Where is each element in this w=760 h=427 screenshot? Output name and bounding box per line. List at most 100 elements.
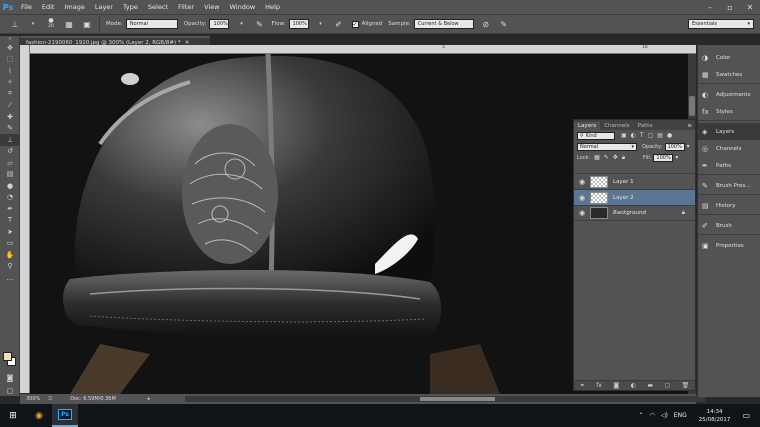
maximize-icon[interactable]: ▫ <box>720 0 740 14</box>
menu-file[interactable]: File <box>16 3 37 11</box>
smart-object-filter-icon[interactable]: ▤ <box>657 132 663 139</box>
add-mask-icon[interactable]: ◙ <box>613 382 619 389</box>
horizontal-scroll-thumb[interactable] <box>420 397 495 401</box>
fill-field[interactable]: 100% <box>653 153 674 162</box>
photoshop-taskbar-icon[interactable]: Ps <box>52 404 78 427</box>
dock-item-adjustments[interactable]: ◐ Adjustments <box>698 86 760 103</box>
link-layers-icon[interactable]: ⚭ <box>580 382 585 389</box>
move-tool-icon[interactable]: ✥ <box>0 42 20 54</box>
menu-layer[interactable]: Layer <box>90 3 118 11</box>
layer-opacity-field[interactable]: 100% <box>664 142 685 151</box>
more-tools-icon[interactable]: … <box>0 272 20 284</box>
network-icon[interactable]: ◠ <box>650 412 655 419</box>
blur-tool-icon[interactable]: ● <box>0 180 20 192</box>
hand-tool-icon[interactable]: ✋ <box>0 249 20 261</box>
notifications-icon[interactable]: ▭ <box>742 411 750 420</box>
clock[interactable]: 14:34 25/08/2017 <box>699 408 731 424</box>
visibility-eye-icon[interactable]: ◉ <box>574 209 590 217</box>
chevron-down-icon[interactable]: ▾ <box>675 154 678 161</box>
dodge-tool-icon[interactable]: ◔ <box>0 192 20 204</box>
chevron-down-icon[interactable]: ▾ <box>315 18 327 30</box>
shape-tool-icon[interactable]: ▭ <box>0 238 20 250</box>
workspace-select[interactable]: Essentials ▾ <box>688 19 754 29</box>
chevron-up-icon[interactable]: ⌃ <box>639 412 644 419</box>
volume-icon[interactable]: ◁) <box>661 412 668 419</box>
clone-stamp-tool-icon[interactable]: ⊥ <box>9 18 21 30</box>
filter-kind-select[interactable]: ⚲ Kind <box>577 131 615 140</box>
layer-style-icon[interactable]: fx <box>596 382 602 389</box>
dock-item-swatches[interactable]: ▦ Swatches <box>698 66 760 83</box>
blend-mode-select[interactable]: Normal ▾ <box>577 142 637 151</box>
menu-type[interactable]: Type <box>118 3 143 11</box>
clone-stamp-tool-icon[interactable]: ⊥ <box>0 134 20 146</box>
sample-select[interactable]: Current & Below <box>413 19 474 29</box>
dock-item-color[interactable]: ◑ Color <box>698 49 760 66</box>
flow-field[interactable]: 100% <box>288 19 309 29</box>
brush-preset-picker[interactable]: ● 20 <box>45 18 57 30</box>
healing-brush-tool-icon[interactable]: ✚ <box>0 111 20 123</box>
menu-help[interactable]: Help <box>260 3 285 11</box>
menu-select[interactable]: Select <box>143 3 173 11</box>
clone-source-icon[interactable]: ▣ <box>81 18 93 30</box>
airbrush-icon[interactable]: ✐ <box>333 18 345 30</box>
dock-item-layers[interactable]: ◈ Layers <box>698 123 760 140</box>
new-group-icon[interactable]: ▬ <box>647 382 653 389</box>
screen-mode-icon[interactable]: ▢ <box>0 385 20 397</box>
mode-select[interactable]: Normal <box>125 19 178 29</box>
windows-start-icon[interactable]: ⊞ <box>0 404 26 427</box>
type-tool-icon[interactable]: T <box>0 215 20 227</box>
history-brush-tool-icon[interactable]: ↺ <box>0 146 20 158</box>
opacity-field[interactable]: 100% <box>209 19 230 29</box>
export-icon[interactable]: ⎋ <box>48 396 52 402</box>
pixel-filter-icon[interactable]: ▣ <box>621 132 627 139</box>
aligned-checkbox[interactable]: ✓ <box>351 20 359 28</box>
brush-panel-icon[interactable]: ▦ <box>63 18 75 30</box>
dock-item-paths[interactable]: ✒ Paths <box>698 157 760 174</box>
horizontal-scrollbar[interactable] <box>185 396 705 402</box>
chevron-down-icon[interactable]: ▾ <box>235 18 247 30</box>
visibility-eye-icon[interactable]: ◉ <box>574 178 590 186</box>
panel-menu-icon[interactable]: ≡ <box>684 122 695 130</box>
chevron-down-icon[interactable]: ▾ <box>27 18 39 30</box>
vertical-scroll-thumb[interactable] <box>689 96 695 116</box>
shape-filter-icon[interactable]: ▢ <box>648 132 654 139</box>
menu-edit[interactable]: Edit <box>37 3 60 11</box>
dock-item-brush-presets[interactable]: ✎ Brush Pres... <box>698 177 760 194</box>
adjustment-filter-icon[interactable]: ◐ <box>631 132 636 139</box>
pressure-opacity-icon[interactable]: ✎ <box>253 18 265 30</box>
lock-transparent-icon[interactable]: ▦ <box>594 154 600 161</box>
gradient-tool-icon[interactable]: ▤ <box>0 169 20 181</box>
marquee-tool-icon[interactable]: ⬚ <box>0 54 20 66</box>
zoom-tool-icon[interactable]: ⚲ <box>0 261 20 273</box>
adjustment-layer-icon[interactable]: ◐ <box>631 382 636 389</box>
lock-position-icon[interactable]: ✥ <box>613 154 618 161</box>
tab-paths[interactable]: Paths <box>634 122 657 130</box>
crop-tool-icon[interactable]: ⌗ <box>0 88 20 100</box>
trash-icon[interactable]: 🗑︎ <box>682 382 690 389</box>
pen-tool-icon[interactable]: ✒ <box>0 203 20 215</box>
menu-window[interactable]: Window <box>225 3 261 11</box>
lock-image-icon[interactable]: ✎ <box>604 154 609 161</box>
language-indicator[interactable]: ENG <box>674 412 687 419</box>
zoom-level[interactable]: 300% <box>26 396 40 402</box>
quick-selection-tool-icon[interactable]: ✧ <box>0 77 20 89</box>
filter-toggle-icon[interactable]: ● <box>667 132 672 139</box>
menu-image[interactable]: Image <box>59 3 89 11</box>
status-menu-icon[interactable]: ▸ <box>148 396 151 402</box>
minimize-icon[interactable]: – <box>700 0 720 14</box>
quick-mask-icon[interactable]: ◙ <box>0 372 20 384</box>
dock-item-history[interactable]: ▤ History <box>698 197 760 214</box>
menu-filter[interactable]: Filter <box>173 3 199 11</box>
lock-all-icon[interactable]: 🔒︎ <box>622 154 625 162</box>
tab-channels[interactable]: Channels <box>600 122 633 130</box>
brush-tool-icon[interactable]: ✎ <box>0 123 20 135</box>
path-selection-tool-icon[interactable]: ➤ <box>0 226 20 238</box>
menu-view[interactable]: View <box>199 3 224 11</box>
dock-item-styles[interactable]: fx Styles <box>698 103 760 120</box>
tab-layers[interactable]: Layers <box>574 122 601 130</box>
eraser-tool-icon[interactable]: ▱ <box>0 157 20 169</box>
pressure-size-icon[interactable]: ✎ <box>498 18 510 30</box>
lasso-tool-icon[interactable]: ⌇ <box>0 65 20 77</box>
visibility-eye-icon[interactable]: ◉ <box>574 194 590 202</box>
layer-row-layer-1[interactable]: ◉ Layer 1 <box>574 173 695 189</box>
